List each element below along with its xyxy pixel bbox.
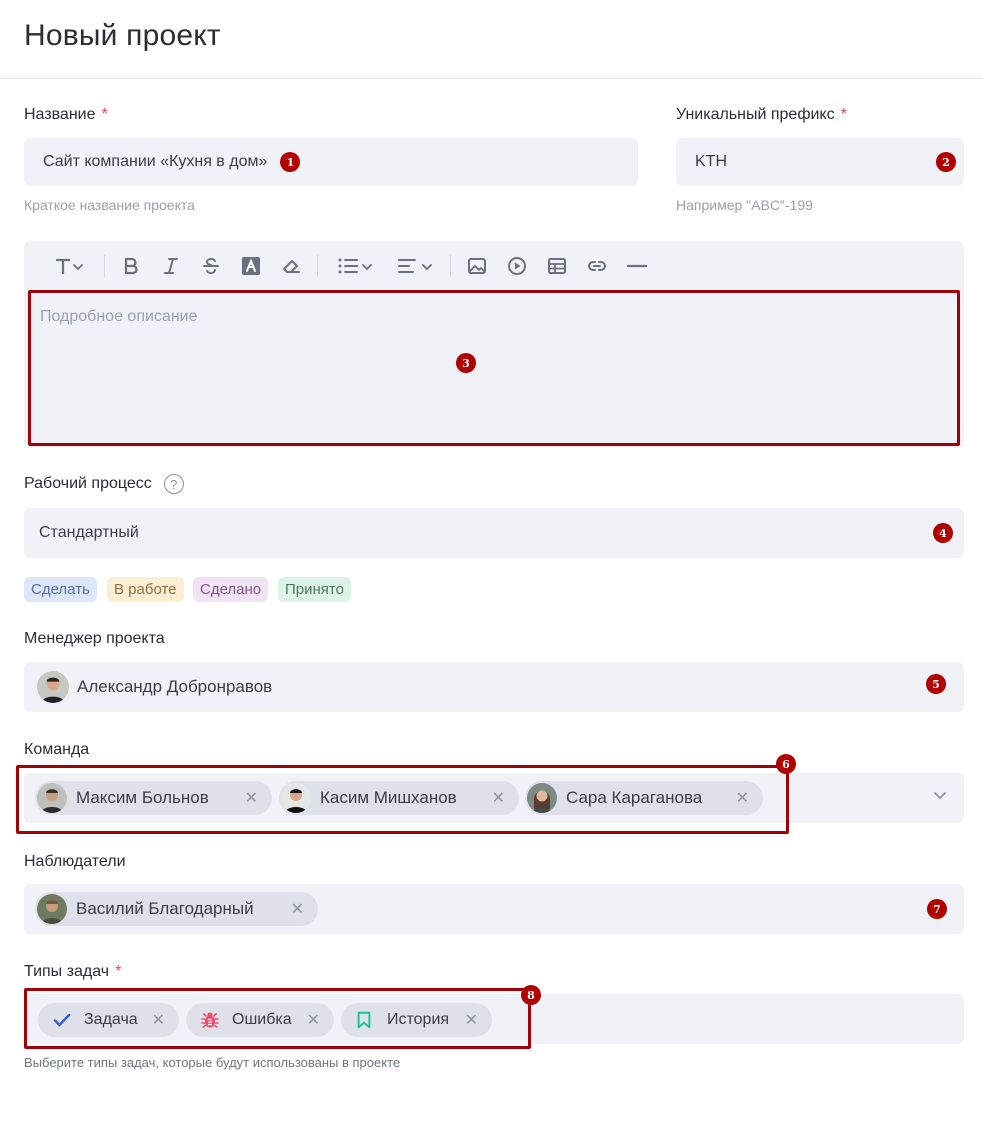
manager-label-text: Менеджер проекта [24, 630, 165, 647]
workflow-select[interactable]: Стандартный [24, 508, 964, 558]
toolbar-divider [450, 255, 451, 277]
team-label: Команда [24, 741, 89, 759]
link-button[interactable] [581, 250, 613, 282]
align-icon [398, 259, 432, 273]
avatar [37, 894, 67, 924]
list-button[interactable] [328, 250, 380, 282]
strikethrough-button[interactable] [195, 250, 227, 282]
help-icon[interactable]: ? [163, 474, 184, 494]
toolbar-divider [317, 255, 318, 277]
prefix-input-value: KTH [695, 153, 727, 170]
annotation-badge-1: 1 [280, 152, 301, 172]
watcher-name: Василий Благодарный [76, 899, 254, 918]
text-color-icon [242, 257, 260, 275]
annotation-box-8 [24, 988, 531, 1049]
task-types-label: Типы задач * [24, 963, 121, 981]
watchers-label: Наблюдатели [24, 853, 126, 871]
page-header: Новый проект [0, 0, 983, 79]
video-icon [508, 257, 526, 275]
workflow-label: Рабочий процесс ? [24, 474, 184, 494]
status-chip-in-progress: В работе [107, 577, 184, 602]
workflow-value: Стандартный [39, 524, 139, 541]
table-icon [548, 258, 566, 274]
required-mark: * [101, 106, 108, 123]
italic-button[interactable] [155, 250, 187, 282]
bold-button[interactable] [115, 250, 147, 282]
manager-value: Александр Добронравов [77, 677, 273, 696]
annotation-box-6 [16, 765, 789, 834]
text-style-button[interactable] [42, 250, 94, 282]
chevron-down-icon[interactable] [934, 787, 946, 805]
horizontal-rule-button[interactable] [621, 250, 653, 282]
manager-select[interactable]: Александр Добронравов [24, 662, 964, 712]
name-label-text: Название [24, 106, 96, 123]
strikethrough-icon [203, 257, 219, 275]
required-mark: * [115, 963, 122, 980]
video-button[interactable] [501, 250, 533, 282]
editor-toolbar [24, 241, 964, 291]
table-button[interactable] [541, 250, 573, 282]
status-chip-accepted: Принято [278, 577, 351, 602]
text-style-icon [55, 258, 83, 275]
status-chip-todo: Сделать [24, 577, 97, 602]
watchers-label-text: Наблюдатели [24, 853, 126, 870]
watcher-chip: Василий Благодарный ✕ [35, 892, 318, 926]
remove-icon[interactable]: ✕ [291, 899, 304, 919]
name-input[interactable]: Сайт компании «Кухня в дом» 1 [24, 138, 638, 186]
text-color-button[interactable] [235, 250, 267, 282]
clear-format-button[interactable] [275, 250, 307, 282]
annotation-badge-7: 7 [927, 899, 947, 919]
annotation-badge-3: 3 [456, 353, 476, 373]
annotation-badge-8: 8 [521, 985, 541, 1005]
name-input-value: Сайт компании «Кухня в дом» [43, 153, 268, 170]
team-label-text: Команда [24, 741, 90, 758]
eraser-icon [283, 260, 300, 273]
image-button[interactable] [461, 250, 493, 282]
annotation-badge-5: 5 [926, 674, 946, 694]
horizontal-rule-icon [627, 264, 647, 268]
prefix-hint: Например "ABC"-199 [676, 197, 813, 213]
required-mark: * [840, 106, 847, 123]
name-hint: Краткое название проекта [24, 197, 195, 213]
align-button[interactable] [388, 250, 440, 282]
annotation-badge-2: 2 [936, 152, 956, 172]
annotation-badge-6: 6 [776, 754, 796, 774]
annotation-badge-4: 4 [933, 523, 953, 543]
status-chip-done: Сделано [193, 577, 269, 602]
page-title: Новый проект [24, 19, 221, 52]
prefix-input[interactable]: KTH [676, 138, 964, 186]
link-icon [588, 261, 606, 271]
bold-icon [124, 257, 138, 275]
annotation-box-3 [28, 290, 960, 446]
prefix-label-text: Уникальный префикс [676, 106, 835, 123]
name-label: Название * [24, 106, 108, 124]
task-types-label-text: Типы задач [24, 963, 110, 980]
avatar [37, 671, 69, 703]
toolbar-divider [104, 255, 105, 277]
workflow-label-text: Рабочий процесс [24, 475, 152, 492]
manager-label: Менеджер проекта [24, 630, 165, 648]
italic-icon [164, 258, 178, 274]
image-icon [468, 258, 486, 274]
bullet-list-icon [338, 258, 372, 274]
prefix-label: Уникальный префикс * [676, 106, 847, 124]
task-types-hint: Выберите типы задач, которые будут испол… [24, 1055, 401, 1070]
